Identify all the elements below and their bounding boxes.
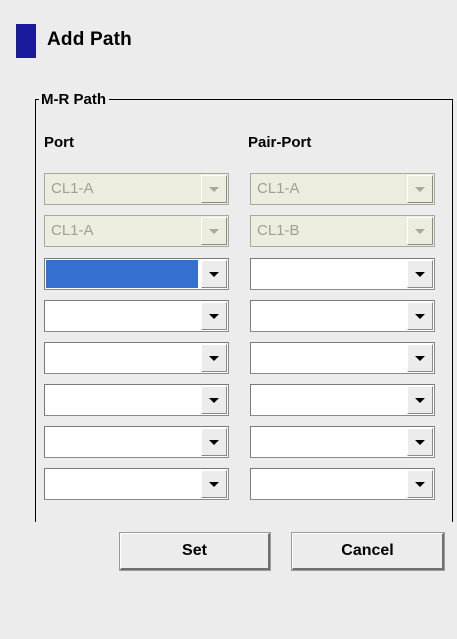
port-select-5[interactable] <box>44 342 229 374</box>
pair-port-select-value <box>251 385 408 415</box>
chevron-down-icon <box>209 229 219 234</box>
dropdown-button[interactable] <box>407 428 433 456</box>
chevron-down-icon <box>415 482 425 487</box>
dropdown-button[interactable] <box>407 260 433 288</box>
port-select-1: CL1-A <box>44 173 229 205</box>
dropdown-button[interactable] <box>201 260 227 288</box>
port-select-value <box>45 469 202 499</box>
port-select-7[interactable] <box>44 426 229 458</box>
chevron-down-icon <box>415 272 425 277</box>
port-select-value: CL1-A <box>51 180 94 197</box>
dropdown-button[interactable] <box>407 470 433 498</box>
dropdown-button <box>201 175 227 203</box>
chevron-down-icon <box>209 314 219 319</box>
port-select-value <box>45 427 202 457</box>
chevron-down-icon <box>209 187 219 192</box>
pair-port-select-value <box>251 259 408 289</box>
port-select-4[interactable] <box>44 300 229 332</box>
dropdown-button[interactable] <box>201 344 227 372</box>
pair-port-select-value: CL1-A <box>257 180 300 197</box>
chevron-down-icon <box>415 440 425 445</box>
chevron-down-icon <box>415 356 425 361</box>
set-button[interactable]: Set <box>119 532 271 571</box>
port-select-value <box>46 260 198 288</box>
port-select-6[interactable] <box>44 384 229 416</box>
dropdown-button <box>407 217 433 245</box>
chevron-down-icon <box>415 187 425 192</box>
pair-port-select-value <box>251 301 408 331</box>
dropdown-button[interactable] <box>201 302 227 330</box>
cancel-button[interactable]: Cancel <box>291 532 445 571</box>
chevron-down-icon <box>209 482 219 487</box>
pair-port-select-2: CL1-B <box>250 215 435 247</box>
port-select-2: CL1-A <box>44 215 229 247</box>
chevron-down-icon <box>415 314 425 319</box>
dropdown-button <box>407 175 433 203</box>
chevron-down-icon <box>415 229 425 234</box>
port-select-value <box>45 385 202 415</box>
pair-port-column-header: Pair-Port <box>248 134 312 151</box>
pair-port-select-value <box>251 469 408 499</box>
chevron-down-icon <box>209 272 219 277</box>
port-select-value <box>45 301 202 331</box>
port-select-value <box>45 343 202 373</box>
port-select-value: CL1-A <box>51 222 94 239</box>
pair-port-select-4[interactable] <box>250 300 435 332</box>
port-column-header: Port <box>44 134 74 151</box>
dropdown-button[interactable] <box>201 470 227 498</box>
dropdown-button[interactable] <box>201 386 227 414</box>
pair-port-select-value <box>251 427 408 457</box>
pair-port-select-value <box>251 343 408 373</box>
pair-port-select-5[interactable] <box>250 342 435 374</box>
group-label: M-R Path <box>39 91 109 108</box>
pair-port-select-3[interactable] <box>250 258 435 290</box>
dropdown-button[interactable] <box>201 428 227 456</box>
dialog-title: Add Path <box>47 29 132 50</box>
pair-port-select-8[interactable] <box>250 468 435 500</box>
title-marker <box>16 24 36 58</box>
pair-port-select-value: CL1-B <box>257 222 300 239</box>
dropdown-button[interactable] <box>407 386 433 414</box>
port-select-3[interactable] <box>44 258 229 290</box>
pair-port-select-1: CL1-A <box>250 173 435 205</box>
chevron-down-icon <box>209 440 219 445</box>
dropdown-button[interactable] <box>407 344 433 372</box>
pair-port-select-7[interactable] <box>250 426 435 458</box>
dropdown-button[interactable] <box>407 302 433 330</box>
chevron-down-icon <box>209 398 219 403</box>
chevron-down-icon <box>415 398 425 403</box>
port-select-8[interactable] <box>44 468 229 500</box>
dropdown-button <box>201 217 227 245</box>
chevron-down-icon <box>209 356 219 361</box>
pair-port-select-6[interactable] <box>250 384 435 416</box>
